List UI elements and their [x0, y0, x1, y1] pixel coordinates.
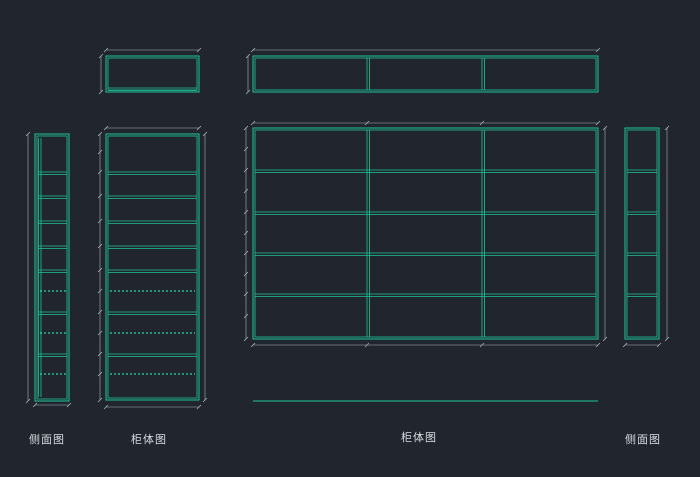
dimension-lines [25, 47, 670, 410]
top-cabinet-small-frame [105, 55, 200, 93]
top-cabinet-wide-frame [252, 55, 599, 93]
cad-drawing [25, 47, 670, 410]
top-cabinet-small-frame-inner [107, 57, 198, 91]
top-cabinet-wide-frame-inner [254, 57, 597, 91]
side-view-right-label: 侧面图 [625, 433, 661, 446]
cabinet-left-frame [105, 133, 200, 401]
main-cabinet-frame-inner [254, 129, 597, 338]
side-view-left-label: 侧面图 [29, 433, 65, 446]
cabinet-geometry [34, 55, 660, 402]
side-view-left-frame [34, 133, 70, 402]
cabinet-view-left-label: 柜体图 [131, 433, 167, 446]
main-cabinet-frame [252, 127, 599, 340]
cabinet-left-frame-inner [107, 135, 198, 399]
side-view-left-frame-inner [36, 135, 68, 400]
cabinet-view-main-label: 柜体图 [401, 431, 437, 444]
side-view-right-frame-inner [626, 129, 658, 338]
side-view-right-frame [624, 127, 660, 340]
